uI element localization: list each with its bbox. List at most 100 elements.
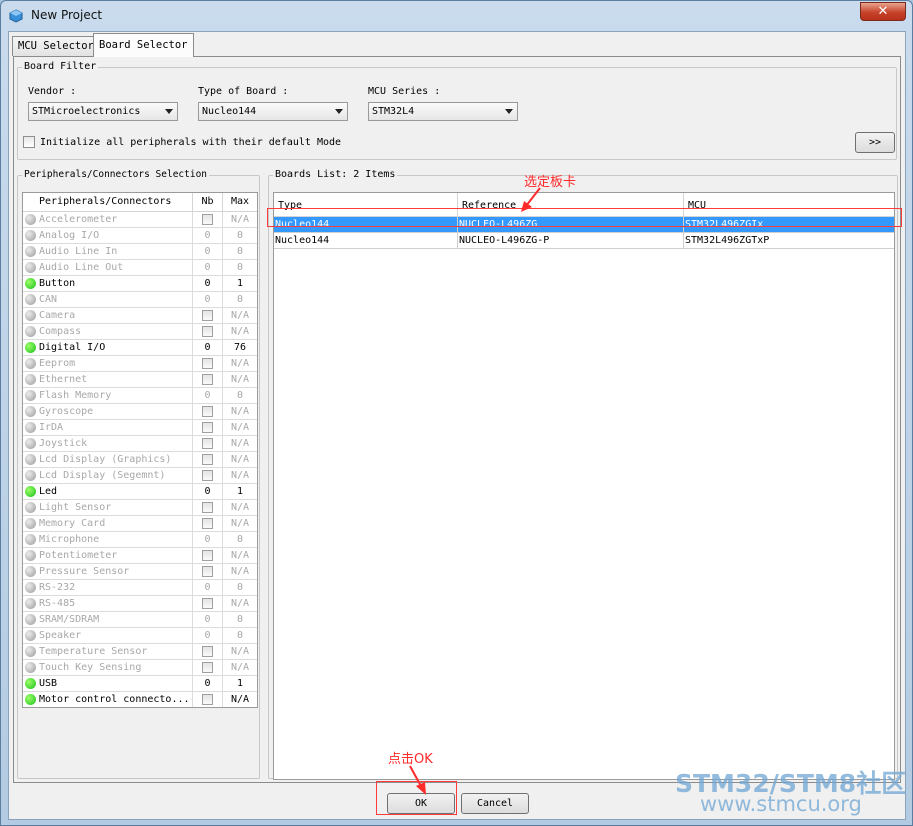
init-peripherals-checkbox[interactable] <box>23 136 35 148</box>
peripheral-nb-cell[interactable]: 0 <box>193 532 223 547</box>
table-row[interactable]: CAN 0 0 <box>23 292 257 308</box>
board-mcu-cell[interactable]: STM32L496ZGTxP <box>684 233 894 248</box>
board-type-cell[interactable]: Nucleo144 <box>274 233 458 248</box>
table-row[interactable]: Accelerometer N/A <box>23 212 257 228</box>
table-row[interactable]: Audio Line In 0 0 <box>23 244 257 260</box>
peripheral-nb-cell[interactable] <box>193 596 223 611</box>
peripheral-name-cell[interactable]: Touch Key Sensing <box>23 660 193 675</box>
peripheral-nb-cell[interactable]: 0 <box>193 228 223 243</box>
peripheral-checkbox[interactable] <box>202 374 213 385</box>
table-row[interactable]: Digital I/O 0 76 <box>23 340 257 356</box>
peripheral-nb-cell[interactable]: 0 <box>193 244 223 259</box>
peripheral-nb-cell[interactable] <box>193 404 223 419</box>
peripheral-checkbox[interactable] <box>202 662 213 673</box>
peripheral-name-cell[interactable]: CAN <box>23 292 193 307</box>
cancel-button[interactable]: Cancel <box>461 793 529 814</box>
table-row[interactable]: Memory Card N/A <box>23 516 257 532</box>
peripheral-nb-cell[interactable] <box>193 516 223 531</box>
close-button[interactable]: ✕ <box>860 2 906 21</box>
table-row[interactable]: Temperature Sensor N/A <box>23 644 257 660</box>
table-row[interactable]: Button 0 1 <box>23 276 257 292</box>
table-row[interactable]: Lcd Display (Segemnt) N/A <box>23 468 257 484</box>
peripheral-nb-cell[interactable]: 0 <box>193 484 223 499</box>
table-row[interactable]: Compass N/A <box>23 324 257 340</box>
peripheral-nb-cell[interactable] <box>193 692 223 707</box>
peripheral-checkbox[interactable] <box>202 502 213 513</box>
peripheral-nb-cell[interactable]: 0 <box>193 676 223 691</box>
peripheral-checkbox[interactable] <box>202 454 213 465</box>
peripheral-nb-cell[interactable] <box>193 548 223 563</box>
peripheral-name-cell[interactable]: Eeprom <box>23 356 193 371</box>
peripheral-nb-cell[interactable] <box>193 324 223 339</box>
peripheral-nb-cell[interactable] <box>193 308 223 323</box>
table-row[interactable]: SRAM/SDRAM 0 0 <box>23 612 257 628</box>
table-row[interactable]: RS-485 N/A <box>23 596 257 612</box>
peripheral-name-cell[interactable]: Led <box>23 484 193 499</box>
table-row[interactable]: Speaker 0 0 <box>23 628 257 644</box>
peripheral-nb-cell[interactable]: 0 <box>193 612 223 627</box>
peripheral-nb-cell[interactable]: 0 <box>193 340 223 355</box>
peripheral-nb-cell[interactable] <box>193 500 223 515</box>
peripheral-nb-cell[interactable]: 0 <box>193 260 223 275</box>
peripheral-name-cell[interactable]: Lcd Display (Graphics) <box>23 452 193 467</box>
table-row[interactable]: Analog I/O 0 0 <box>23 228 257 244</box>
peripheral-name-cell[interactable]: Pressure Sensor <box>23 564 193 579</box>
table-row[interactable]: Gyroscope N/A <box>23 404 257 420</box>
peripheral-nb-cell[interactable] <box>193 468 223 483</box>
peripheral-checkbox[interactable] <box>202 646 213 657</box>
table-row[interactable]: Camera N/A <box>23 308 257 324</box>
table-row[interactable]: Ethernet N/A <box>23 372 257 388</box>
board-type-select[interactable]: Nucleo144 <box>198 102 348 121</box>
peripheral-name-cell[interactable]: Analog I/O <box>23 228 193 243</box>
table-row[interactable]: RS-232 0 0 <box>23 580 257 596</box>
expand-button[interactable]: >> <box>855 132 895 153</box>
peripheral-nb-cell[interactable] <box>193 356 223 371</box>
board-reference-cell[interactable]: NUCLEO-L496ZG-P <box>458 233 684 248</box>
peripheral-checkbox[interactable] <box>202 566 213 577</box>
table-row[interactable]: USB 0 1 <box>23 676 257 692</box>
peripheral-checkbox[interactable] <box>202 694 213 705</box>
peripheral-name-cell[interactable]: Accelerometer <box>23 212 193 227</box>
peripheral-name-cell[interactable]: Joystick <box>23 436 193 451</box>
peripheral-name-cell[interactable]: Flash Memory <box>23 388 193 403</box>
peripheral-nb-cell[interactable]: 0 <box>193 292 223 307</box>
peripheral-name-cell[interactable]: IrDA <box>23 420 193 435</box>
peripheral-checkbox[interactable] <box>202 438 213 449</box>
peripheral-name-cell[interactable]: Ethernet <box>23 372 193 387</box>
table-row[interactable]: Eeprom N/A <box>23 356 257 372</box>
peripheral-nb-cell[interactable] <box>193 564 223 579</box>
peripheral-name-cell[interactable]: Compass <box>23 324 193 339</box>
table-row[interactable]: Led 0 1 <box>23 484 257 500</box>
table-row[interactable]: Light Sensor N/A <box>23 500 257 516</box>
peripheral-checkbox[interactable] <box>202 422 213 433</box>
vendor-select[interactable]: STMicroelectronics <box>28 102 178 121</box>
peripheral-name-cell[interactable]: Camera <box>23 308 193 323</box>
peripheral-checkbox[interactable] <box>202 326 213 337</box>
title-bar[interactable]: New Project ✕ <box>1 1 912 31</box>
peripheral-nb-cell[interactable]: 0 <box>193 388 223 403</box>
peripheral-nb-cell[interactable]: 0 <box>193 580 223 595</box>
table-row[interactable]: Touch Key Sensing N/A <box>23 660 257 676</box>
peripheral-nb-cell[interactable] <box>193 372 223 387</box>
peripheral-name-cell[interactable]: USB <box>23 676 193 691</box>
peripheral-name-cell[interactable]: Potentiometer <box>23 548 193 563</box>
mcu-series-select[interactable]: STM32L4 <box>368 102 518 121</box>
peripheral-name-cell[interactable]: Motor control connecto... <box>23 692 193 707</box>
tab-board-selector[interactable]: Board Selector <box>93 33 194 57</box>
table-row[interactable]: Pressure Sensor N/A <box>23 564 257 580</box>
peripheral-checkbox[interactable] <box>202 214 213 225</box>
table-row[interactable]: Audio Line Out 0 0 <box>23 260 257 276</box>
peripheral-nb-cell[interactable]: 0 <box>193 628 223 643</box>
table-row[interactable]: IrDA N/A <box>23 420 257 436</box>
peripheral-name-cell[interactable]: RS-232 <box>23 580 193 595</box>
peripheral-nb-cell[interactable] <box>193 420 223 435</box>
peripheral-checkbox[interactable] <box>202 358 213 369</box>
peripheral-nb-cell[interactable] <box>193 452 223 467</box>
table-row[interactable]: Lcd Display (Graphics) N/A <box>23 452 257 468</box>
peripheral-nb-cell[interactable] <box>193 660 223 675</box>
peripheral-name-cell[interactable]: SRAM/SDRAM <box>23 612 193 627</box>
peripheral-nb-cell[interactable] <box>193 644 223 659</box>
peripheral-name-cell[interactable]: Audio Line Out <box>23 260 193 275</box>
peripheral-name-cell[interactable]: Temperature Sensor <box>23 644 193 659</box>
peripheral-checkbox[interactable] <box>202 310 213 321</box>
